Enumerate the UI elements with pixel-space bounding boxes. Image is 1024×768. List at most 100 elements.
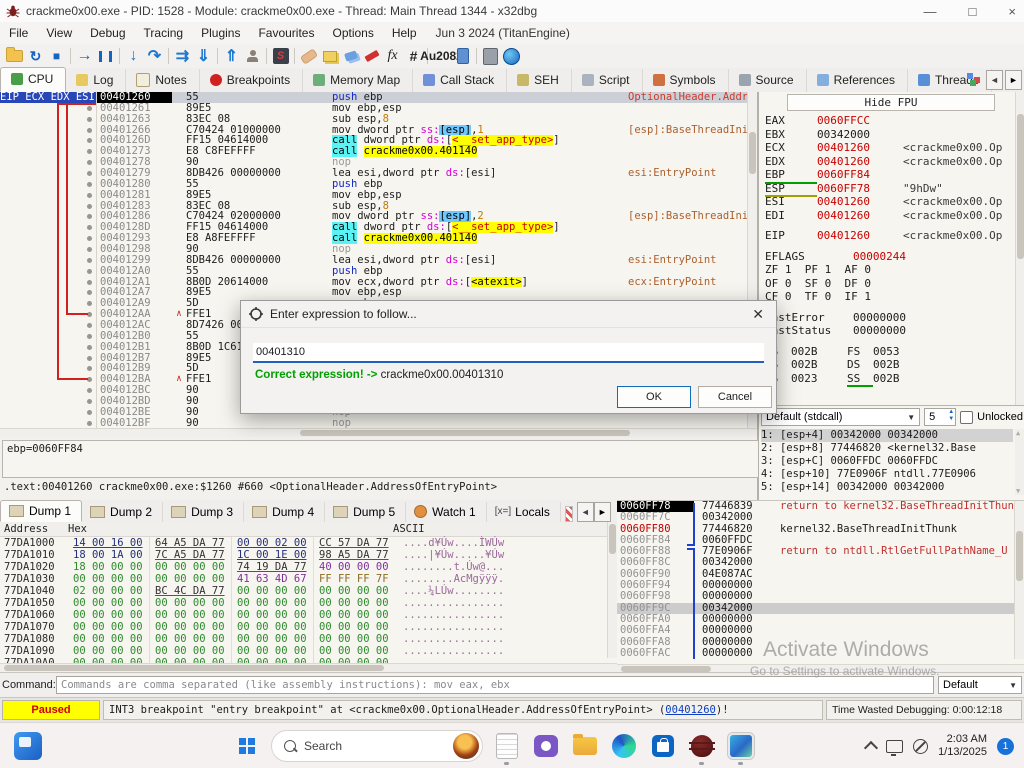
breakpoint-dot-icon[interactable] [87,160,92,165]
dump-row[interactable]: 77DA107000 00 00 0000 00 00 0000 00 00 0… [0,621,617,633]
pause-icon[interactable] [95,46,116,66]
argument-row[interactable]: 3: [esp+C] 0060FFDC 0060FFDC [761,455,1013,468]
tab-script[interactable]: Script [572,69,643,92]
register-row[interactable]: LastStatus00000000 [765,324,1013,338]
stack-row[interactable]: 0060FF9800000000 [617,591,1024,602]
stop-icon[interactable] [46,46,67,66]
stack-row[interactable]: 0060FF9400000000 [617,580,1024,591]
tab-log[interactable]: Log [66,69,126,92]
internet-icon[interactable] [501,46,522,66]
open-file-icon[interactable] [4,46,25,66]
minimize-button[interactable]: — [924,4,937,19]
breakpoint-dot-icon[interactable] [87,149,92,154]
bookmarks-icon[interactable] [361,46,382,66]
tray-cast-icon[interactable] [886,740,903,753]
run-icon[interactable] [74,46,95,66]
disasm-horizontal-scrollbar[interactable] [0,428,757,437]
restart-icon[interactable] [25,46,46,66]
menu-view[interactable]: View [37,26,81,40]
menu-tracing[interactable]: Tracing [135,26,193,40]
flags-row[interactable]: CF 0 TF 0 IF 1 [765,290,1013,304]
register-row[interactable]: ESP0060FF78"9hDw" [765,182,1013,196]
menu-debug[interactable]: Debug [81,26,134,40]
tab-dump-1[interactable]: Dump 1 [0,500,82,522]
tab-dump-3[interactable]: Dump 3 [163,502,244,522]
dump-row[interactable]: 77DA104002 00 00 00BC 4C DA 7700 00 00 0… [0,585,617,597]
tab-scroll-left-icon[interactable]: ◄ [986,70,1003,90]
register-row[interactable]: EAX0060FFCC [765,114,1013,128]
dump-horizontal-scrollbar[interactable] [0,663,617,672]
ok-button[interactable]: OK [617,386,691,408]
registers-panel[interactable]: Hide FPU EAX0060FFCCEBX00342000ECX004012… [758,92,1024,500]
argument-count-stepper[interactable]: 5▲▼ [924,408,956,426]
register-row[interactable]: EDI00401260<crackme0x00.Op [765,209,1013,223]
breakpoint-dot-icon[interactable] [87,366,92,371]
breakpoint-dot-icon[interactable] [87,290,92,295]
breakpoint-dot-icon[interactable] [87,301,92,306]
dialog-close-icon[interactable]: ✕ [748,306,768,323]
register-row[interactable]: LastError00000000 [765,311,1013,325]
register-row[interactable]: EBX00342000 [765,128,1013,142]
breakpoint-dot-icon[interactable] [87,345,92,350]
breakpoint-dot-icon[interactable] [87,280,92,285]
step-out-icon[interactable] [193,46,214,66]
dump-row[interactable]: 77DA105000 00 00 0000 00 00 0000 00 00 0… [0,597,617,609]
dump-panel[interactable]: Address Hex ASCII 77DA100014 00 16 0064 … [0,522,618,672]
taskbar-chat-icon[interactable] [531,731,561,761]
stack-row[interactable]: 0060FF7877446839return to kernel32.BaseT… [617,501,1024,512]
breakpoint-dot-icon[interactable] [87,193,92,198]
breakpoint-dot-icon[interactable] [87,334,92,339]
handles-icon[interactable] [452,46,473,66]
dump-row[interactable]: 77DA101018 00 1A 007C A5 DA 771C 00 1E 0… [0,549,617,561]
taskbar-file-explorer-icon[interactable] [570,731,600,761]
breakpoint-dot-icon[interactable] [87,236,92,241]
tab-seh[interactable]: SEH [507,69,572,92]
segment-row[interactable]: GS002BFS0053 [765,345,1013,359]
command-input[interactable] [56,676,934,694]
labels-icon[interactable] [340,46,361,66]
menu-help[interactable]: Help [383,26,426,40]
argument-row[interactable]: 2: [esp+8] 77446820 <kernel32.Base [761,442,1013,455]
tab-locals[interactable]: [x=]Locals [487,502,561,522]
taskbar-edge-icon[interactable] [609,731,639,761]
tray-network-disabled-icon[interactable] [913,739,928,754]
hide-fpu-button[interactable]: Hide FPU [787,94,995,111]
trace-user-icon[interactable] [242,46,263,66]
menu-plugins[interactable]: Plugins [192,26,249,40]
close-button[interactable]: × [1008,4,1016,19]
taskbar-store-icon[interactable] [648,731,678,761]
register-row[interactable]: EBP0060FF84 [765,168,1013,182]
dump-scroll-left-icon[interactable]: ◄ [577,502,594,522]
breakpoint-dot-icon[interactable] [87,204,92,209]
dump-row[interactable]: 77DA102018 00 00 0000 00 00 0074 19 DA 7… [0,561,617,573]
dump-row[interactable]: 77DA103000 00 00 0000 00 00 0041 63 4D 6… [0,573,617,585]
patches-icon[interactable] [298,46,319,66]
tab-call-stack[interactable]: Call Stack [413,69,507,92]
segment-row[interactable]: ES002BDS002B [765,358,1013,372]
breakpoint-dot-icon[interactable] [87,410,92,415]
tray-chevron-up-icon[interactable] [864,741,878,755]
run-to-user-code-icon[interactable] [172,46,193,66]
register-row[interactable]: ESI00401260<crackme0x00.Op [765,195,1013,209]
functions-icon[interactable] [382,46,403,66]
flags-row[interactable]: OF 0 SF 0 DF 0 [765,277,1013,291]
widgets-icon[interactable] [14,732,42,760]
dump-row[interactable]: 77DA109000 00 00 0000 00 00 0000 00 00 0… [0,645,617,657]
breakpoint-dot-icon[interactable] [87,171,92,176]
stop-animation-icon[interactable] [270,46,291,66]
tab-references[interactable]: References [807,69,908,92]
breakpoint-dot-icon[interactable] [87,388,92,393]
breakpoint-dot-icon[interactable] [87,356,92,361]
breakpoint-dot-icon[interactable] [87,258,92,263]
stack-row[interactable]: 0060FFA000000000 [617,614,1024,625]
register-row[interactable]: EFLAGS00000244 [765,250,1013,264]
tab-breakpoints[interactable]: Breakpoints [200,69,303,92]
breakpoint-dot-icon[interactable] [87,182,92,187]
stack-row[interactable]: 0060FF8877E0906Freturn to ntdll.RtlGetFu… [617,546,1024,557]
tab-watch-1[interactable]: Watch 1 [406,502,487,522]
stack-vertical-scrollbar[interactable] [1014,501,1024,659]
strings-icon[interactable] [431,46,452,66]
search-input[interactable]: Search [271,730,483,762]
start-button[interactable] [232,731,262,761]
tab-symbols[interactable]: Symbols [643,69,729,92]
